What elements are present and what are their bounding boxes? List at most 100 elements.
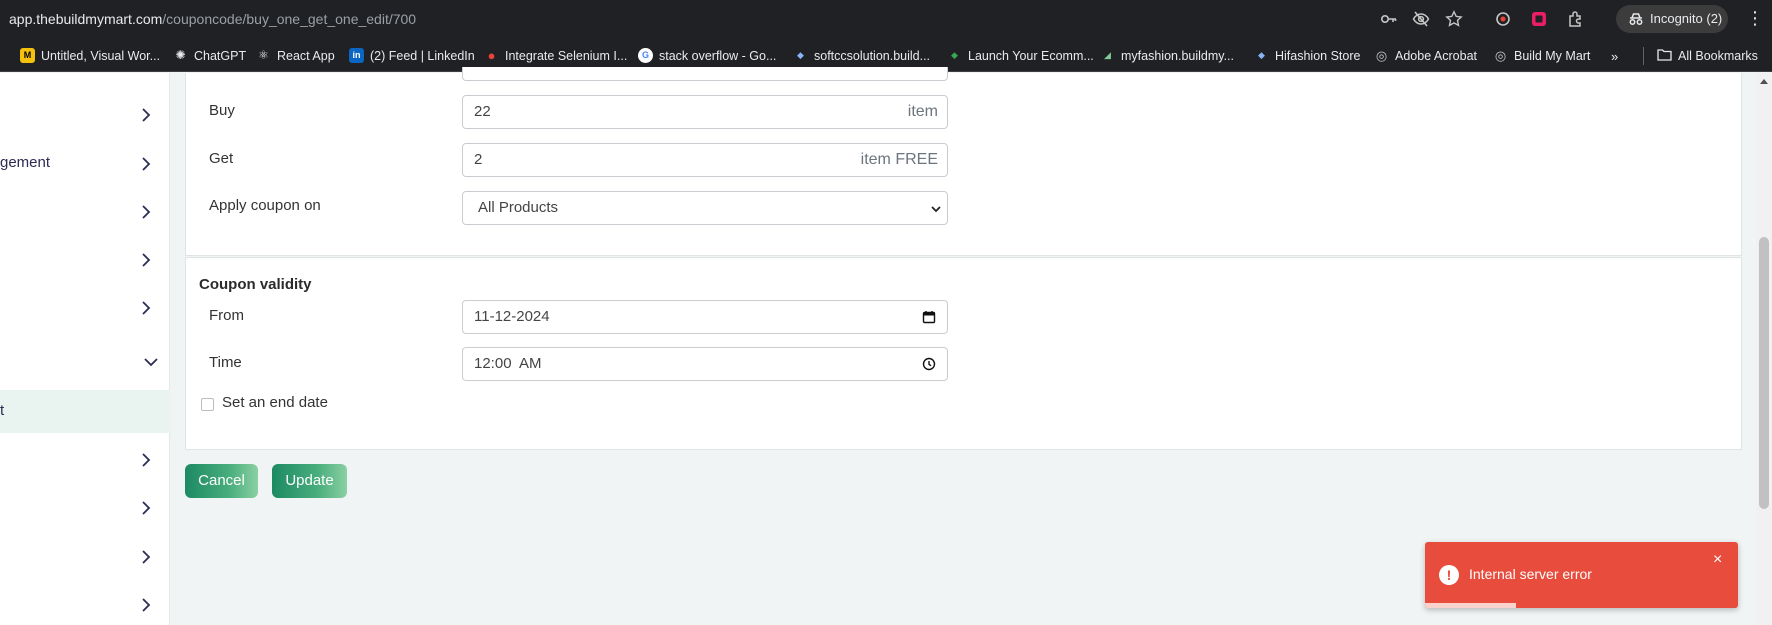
sidebar-item[interactable] [0, 533, 170, 581]
bookmark-item[interactable]: ● Integrate Selenium I... [484, 47, 628, 65]
bookmark-label: ChatGPT [194, 49, 247, 63]
bookmark-label: Untitled, Visual Wor... [41, 49, 161, 63]
coupon-validity-card: Coupon validity From 11-12-2024 Time 12:… [185, 257, 1742, 450]
bookmark-favicon: ◆ [951, 50, 958, 60]
toast-progress-bar [1425, 603, 1516, 608]
calendar-icon[interactable] [922, 310, 936, 324]
bookmark-label: myfashion.buildmy... [1121, 49, 1235, 63]
time-input[interactable]: 12:00 AM [462, 347, 948, 381]
sidebar-item[interactable] [0, 188, 170, 236]
bookmark-item[interactable]: ◆ Hifashion Store [1254, 47, 1360, 65]
chevron-right-icon [142, 301, 151, 315]
bookmark-label: Build My Mart [1514, 49, 1591, 63]
alert-icon: ! [1439, 565, 1459, 585]
bookmark-label: stack overflow - Go... [659, 49, 777, 63]
folder-icon [1657, 48, 1672, 63]
sidebar-item[interactable] [0, 484, 170, 532]
bookmark-label: Adobe Acrobat [1395, 49, 1478, 63]
bookmark-item[interactable]: ◆ Launch Your Ecomm... [947, 47, 1094, 65]
chevron-right-icon [142, 453, 151, 467]
from-date-value: 11-12-2024 [474, 308, 550, 325]
url-host: app.thebuildmymart.com [9, 11, 163, 27]
close-icon[interactable]: × [1713, 552, 1722, 568]
all-bookmarks[interactable]: All Bookmarks [1657, 47, 1758, 65]
update-button[interactable]: Update [272, 464, 347, 498]
bookmark-favicon: ⚛ [258, 48, 269, 62]
time-value: 12:00 AM [474, 355, 542, 372]
buy-quantity-input[interactable]: 22 item [462, 95, 948, 129]
bookmark-favicon: ✺ [175, 48, 186, 62]
sidebar-item-expanded[interactable] [0, 338, 170, 386]
chevron-right-icon [142, 598, 151, 612]
extension-lens-icon[interactable] [1494, 10, 1512, 28]
chevron-right-icon [142, 253, 151, 267]
extension-square-icon[interactable] [1530, 10, 1548, 28]
get-label: Get [209, 150, 234, 167]
page-scrollbar[interactable] [1756, 73, 1772, 625]
chevron-down-icon [144, 358, 158, 367]
from-label: From [209, 307, 244, 324]
bookmark-label: Launch Your Ecomm... [968, 49, 1094, 63]
get-quantity-input[interactable]: 2 item FREE [462, 143, 948, 177]
sidebar-subitem-active[interactable]: t [0, 390, 170, 433]
sidebar-item[interactable]: gement [0, 140, 170, 188]
incognito-indicator[interactable]: Incognito (2) [1616, 5, 1728, 33]
apply-coupon-select[interactable]: All Products [462, 191, 948, 225]
incognito-label: Incognito (2) [1650, 11, 1723, 26]
browser-toolbar: app.thebuildmymart.com/couponcode/buy_on… [0, 0, 1772, 39]
bookmark-star-icon[interactable] [1445, 10, 1463, 28]
bookmark-label: React App [277, 49, 335, 63]
bookmark-favicon: G [638, 48, 653, 63]
apply-coupon-label: Apply coupon on [209, 197, 321, 214]
bookmark-item[interactable]: Gstack overflow - Go... [638, 47, 776, 65]
bookmark-label: Integrate Selenium I... [505, 49, 628, 63]
buy-label: Buy [209, 102, 235, 119]
previous-field-edge [462, 67, 948, 81]
from-date-input[interactable]: 11-12-2024 [462, 300, 948, 334]
cancel-button[interactable]: Cancel [185, 464, 258, 498]
chevron-right-icon [142, 205, 151, 219]
bookmark-favicon: ◆ [797, 50, 804, 60]
bookmark-item[interactable]: ⚛ React App [256, 47, 335, 65]
sidebar-item-label: t [0, 402, 5, 419]
eye-off-icon[interactable] [1412, 10, 1430, 28]
bookmark-item[interactable]: M Untitled, Visual Wor... [20, 47, 160, 65]
time-label: Time [209, 354, 242, 371]
sidebar-item[interactable] [0, 91, 170, 139]
sidebar-item[interactable] [0, 581, 170, 625]
chevron-right-icon [142, 501, 151, 515]
bookmarks-divider [1643, 47, 1644, 65]
sidebar: gement t [0, 73, 170, 625]
bookmark-favicon: in [349, 48, 364, 63]
bookmark-item[interactable]: ◢ myfashion.buildmy... [1100, 47, 1234, 65]
coupon-validity-title: Coupon validity [199, 276, 312, 293]
sidebar-item[interactable] [0, 436, 170, 484]
scroll-up-arrow[interactable] [1760, 79, 1768, 84]
url-path: /couponcode/buy_one_get_one_edit/700 [162, 11, 417, 27]
bookmark-item[interactable]: ◎ Build My Mart [1493, 47, 1591, 65]
bookmark-label: softccsolution.build... [814, 49, 931, 63]
sidebar-item[interactable] [0, 284, 170, 332]
more-bookmarks-icon[interactable]: » [1611, 49, 1618, 64]
browser-menu-icon[interactable]: ⋮ [1746, 8, 1764, 28]
key-icon[interactable] [1380, 10, 1398, 28]
bookmark-item[interactable]: ◆ softccsolution.build... [793, 47, 930, 65]
clock-icon[interactable] [922, 357, 936, 371]
bookmark-favicon: M [20, 48, 35, 63]
sidebar-item[interactable] [0, 236, 170, 284]
address-bar[interactable]: app.thebuildmymart.com/couponcode/buy_on… [9, 11, 416, 27]
bookmark-favicon: ◎ [1494, 48, 1507, 63]
chevron-down-icon [931, 206, 941, 213]
bookmark-favicon: ◎ [1375, 48, 1388, 63]
chevron-right-icon [142, 157, 151, 171]
bookmark-favicon: ● [487, 48, 496, 63]
bookmark-item[interactable]: in (2) Feed | LinkedIn [349, 47, 475, 65]
chevron-right-icon [142, 108, 151, 122]
toast-message: Internal server error [1469, 566, 1592, 582]
scrollbar-thumb[interactable] [1759, 237, 1769, 509]
bookmark-item[interactable]: ◎ Adobe Acrobat [1374, 47, 1477, 65]
bookmark-item[interactable]: ✺ ChatGPT [173, 47, 246, 65]
extensions-puzzle-icon[interactable] [1567, 10, 1585, 28]
end-date-checkbox[interactable] [201, 398, 214, 411]
bookmark-favicon: ◆ [1258, 50, 1265, 60]
